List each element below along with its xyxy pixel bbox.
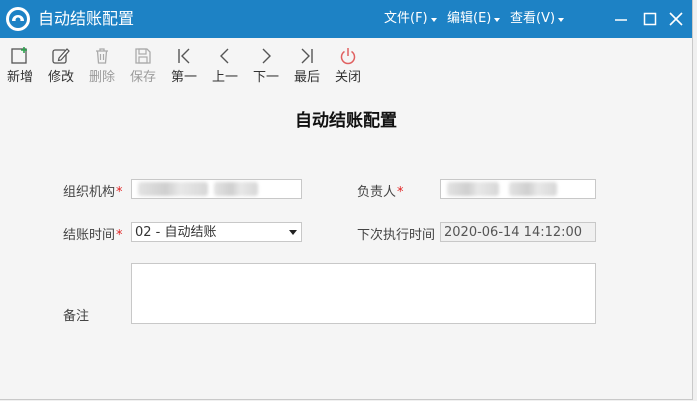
- maximize-button[interactable]: [639, 8, 661, 30]
- minimize-button[interactable]: [610, 8, 632, 30]
- checkout-time-select[interactable]: 02 - 自动结账: [131, 222, 302, 242]
- next-run-time-field: 2020-06-14 14:12:00: [440, 222, 596, 242]
- last-label: 最后: [293, 70, 320, 85]
- owner-label-text: 负责人: [357, 185, 397, 200]
- close-window-button[interactable]: [665, 8, 687, 30]
- next-icon: [262, 48, 271, 64]
- remark-label: 备注: [63, 309, 90, 324]
- prev-button[interactable]: 上一: [205, 42, 245, 90]
- power-icon: [340, 48, 356, 65]
- delete-label: 删除: [88, 70, 115, 85]
- redacted-text: [447, 182, 499, 196]
- menu-view[interactable]: 查看(V): [510, 10, 565, 28]
- edit-button[interactable]: 修改: [41, 42, 81, 90]
- app-logo-icon: [6, 7, 30, 31]
- required-mark: *: [116, 228, 123, 243]
- checkout-time-label: 结账时间*: [63, 227, 123, 245]
- title-bar: 自动结账配置 文件(F) 编辑(E) 查看(V): [0, 0, 692, 38]
- menu-edit-label: 编辑(E): [447, 11, 492, 26]
- window-title: 自动结账配置: [38, 9, 135, 28]
- window: 自动结账配置 文件(F) 编辑(E) 查看(V) 新增 修改 删除 保存 第一 …: [0, 0, 693, 400]
- add-icon: [11, 47, 27, 64]
- checkout-time-value: 02 - 自动结账: [135, 225, 217, 240]
- add-label: 新增: [6, 70, 33, 85]
- last-icon: [301, 48, 313, 64]
- org-label-text: 组织机构: [63, 185, 116, 200]
- minimize-icon: [615, 19, 627, 21]
- owner-input[interactable]: [440, 179, 596, 199]
- next-run-time-label: 下次执行时间: [357, 228, 436, 243]
- menu-edit[interactable]: 编辑(E): [447, 10, 501, 28]
- required-mark: *: [397, 185, 404, 200]
- save-button[interactable]: 保存: [123, 42, 163, 90]
- redacted-text: [509, 182, 557, 196]
- close-icon: [669, 12, 683, 26]
- form-heading: 自动结账配置: [295, 111, 397, 131]
- chevron-down-icon: [430, 17, 437, 22]
- checkout-time-label-text: 结账时间: [63, 228, 116, 243]
- prev-label: 上一: [211, 70, 238, 85]
- dropdown-caret-icon: [289, 230, 297, 235]
- edit-label: 修改: [47, 70, 74, 85]
- last-button[interactable]: 最后: [287, 42, 327, 90]
- maximize-icon: [643, 12, 657, 26]
- next-run-time-value: 2020-06-14 14:12:00: [444, 225, 583, 240]
- redacted-text: [138, 182, 208, 196]
- first-icon: [178, 48, 190, 64]
- redacted-text: [214, 182, 258, 196]
- edit-icon: [52, 48, 70, 64]
- add-button[interactable]: 新增: [0, 42, 40, 90]
- remark-textarea[interactable]: [131, 263, 596, 324]
- delete-button[interactable]: 删除: [82, 42, 122, 90]
- next-button[interactable]: 下一: [246, 42, 286, 90]
- required-mark: *: [116, 185, 123, 200]
- next-label: 下一: [252, 70, 279, 85]
- org-input[interactable]: [131, 179, 302, 199]
- trash-icon: [96, 48, 108, 64]
- save-label: 保存: [129, 70, 156, 85]
- first-label: 第一: [170, 70, 197, 85]
- menu-view-label: 查看(V): [510, 11, 556, 26]
- prev-icon: [220, 48, 229, 64]
- close-label: 关闭: [334, 70, 361, 85]
- owner-label: 负责人*: [357, 184, 404, 202]
- chevron-down-icon: [558, 17, 565, 22]
- chevron-down-icon: [494, 17, 501, 22]
- org-label: 组织机构*: [63, 184, 123, 202]
- first-button[interactable]: 第一: [164, 42, 204, 90]
- save-icon: [135, 48, 151, 64]
- menu-file[interactable]: 文件(F): [384, 10, 437, 28]
- menu-file-label: 文件(F): [384, 11, 428, 26]
- close-button[interactable]: 关闭: [328, 42, 368, 90]
